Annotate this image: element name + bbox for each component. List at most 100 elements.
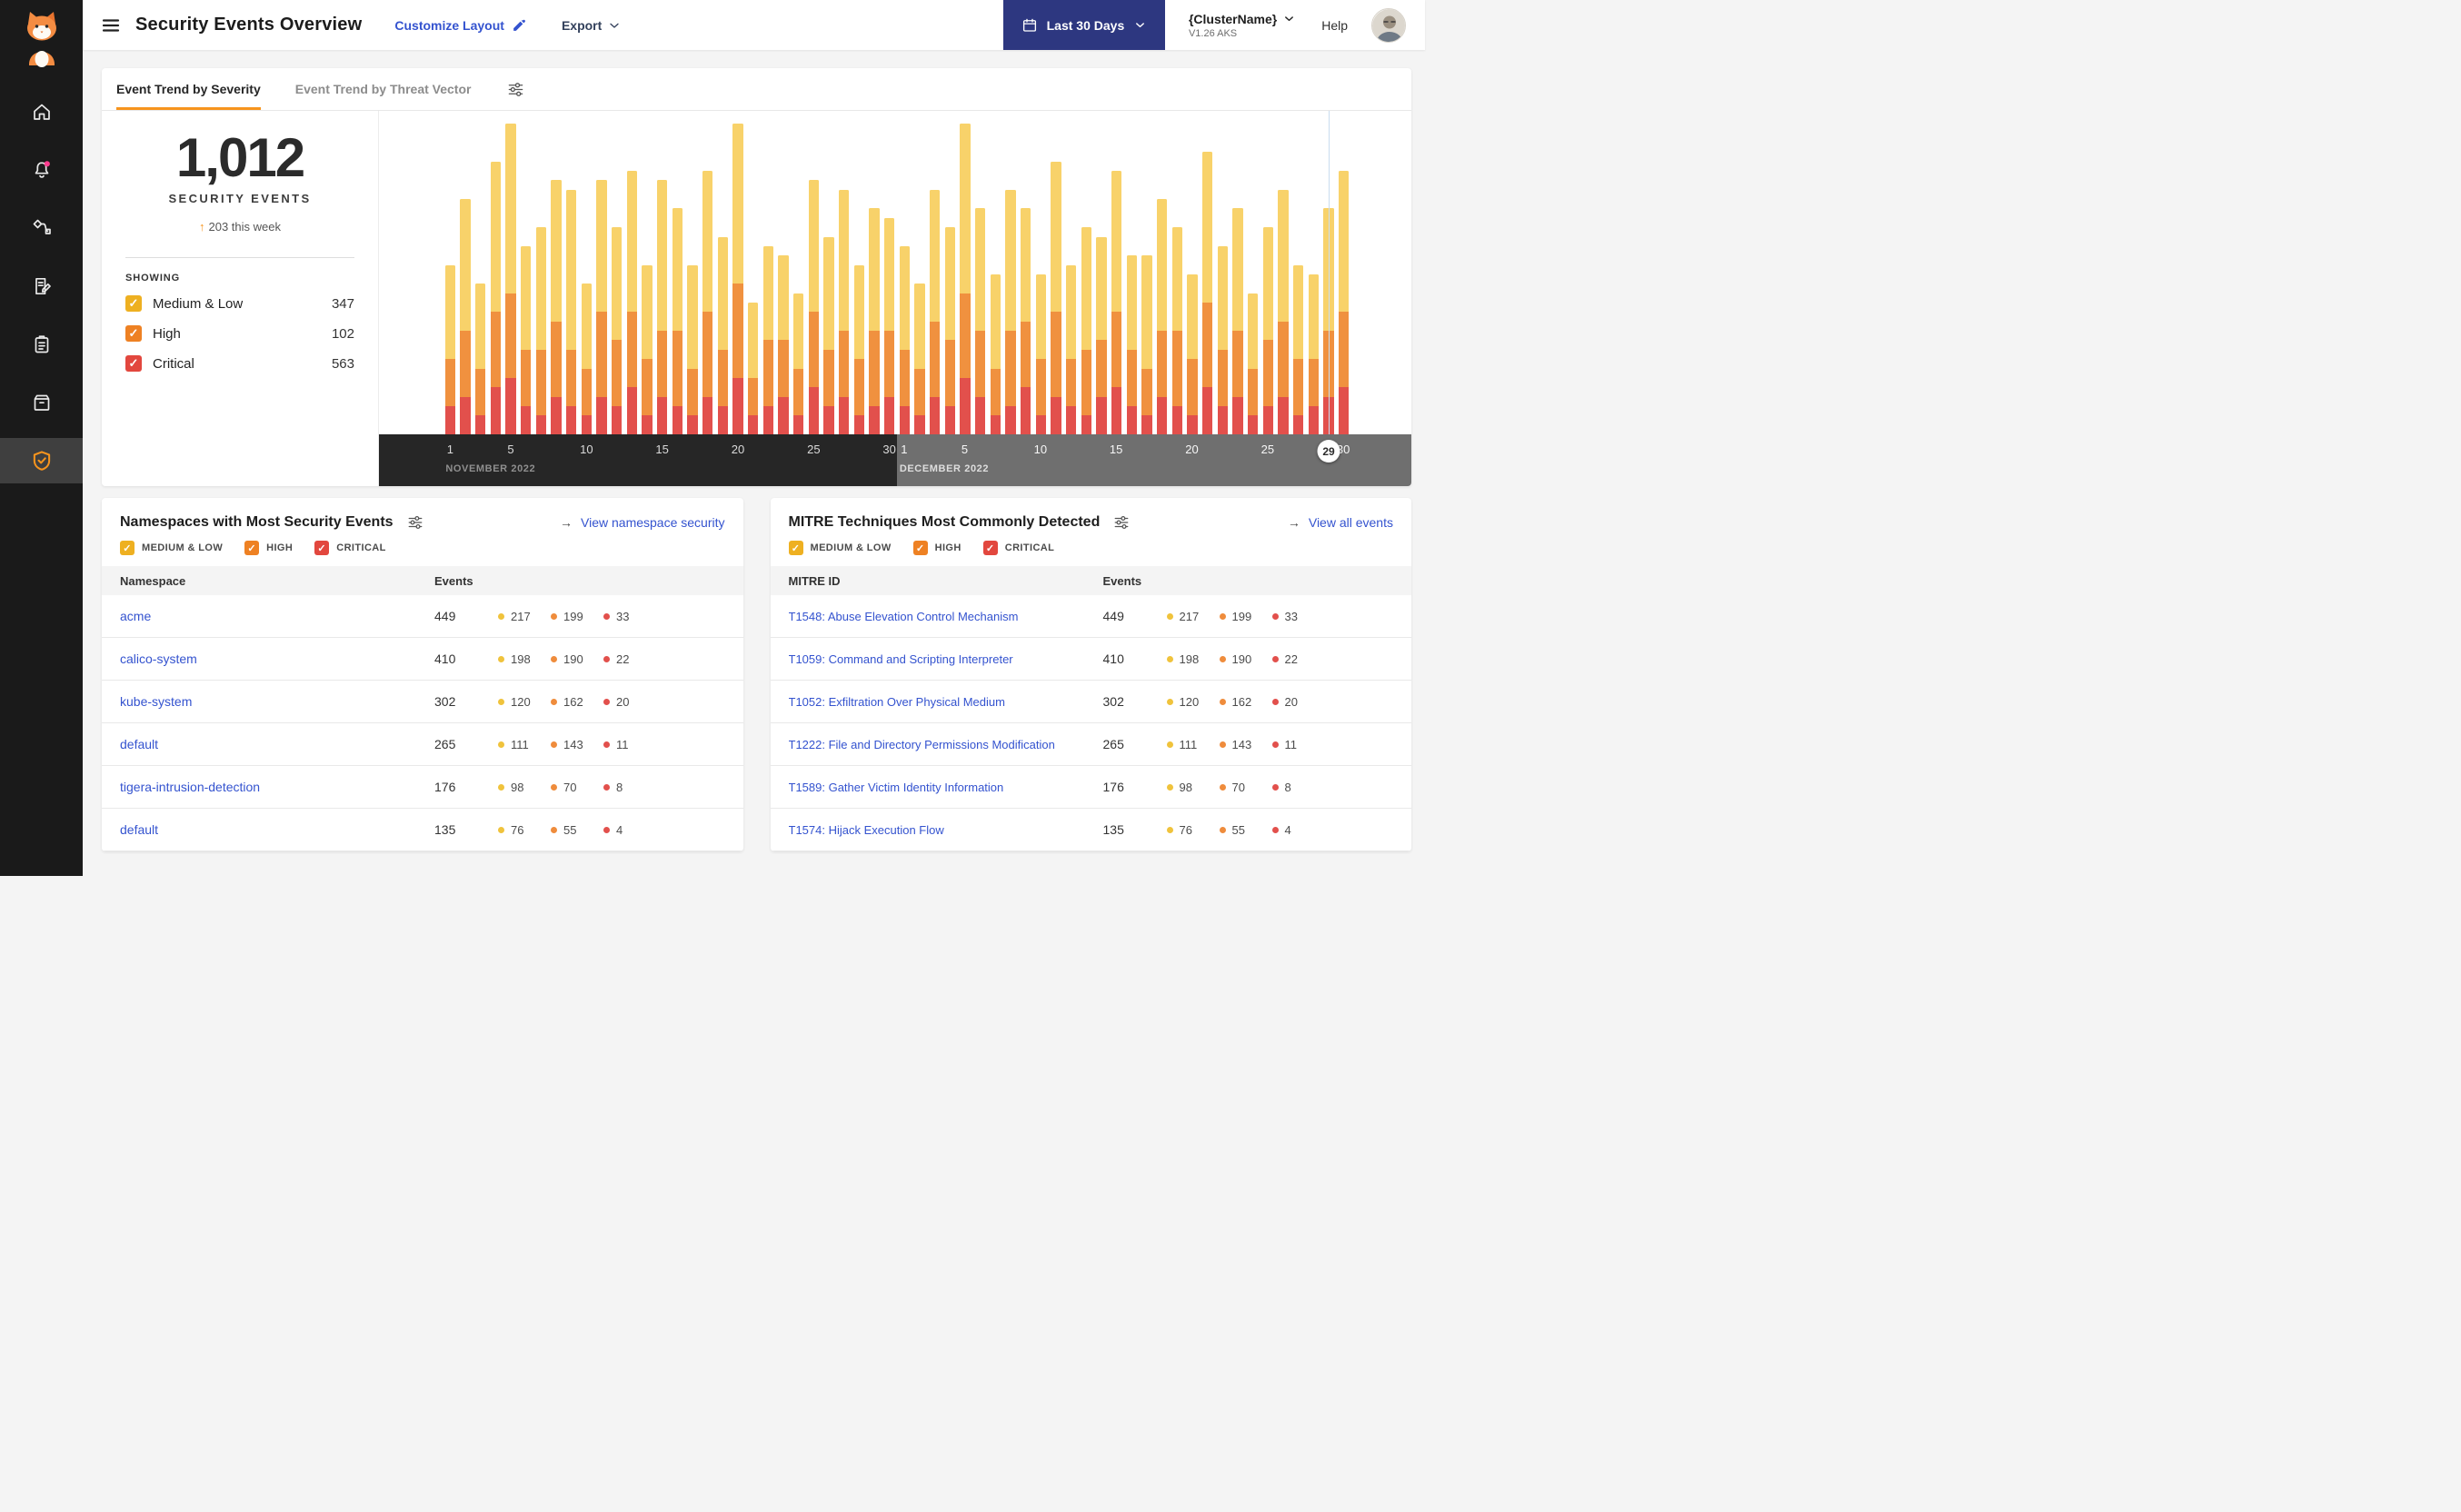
row-link[interactable]: T1222: File and Directory Permissions Mo… [789, 738, 1103, 751]
stacked-bar-day-dec-14[interactable] [1096, 236, 1107, 434]
checked-checkbox-icon[interactable]: ✓ [788, 541, 803, 555]
severity-filter-high[interactable]: ✓ High 102 [125, 325, 354, 342]
stacked-bar-day-nov-11[interactable] [596, 180, 607, 434]
cluster-selector[interactable]: {ClusterName} V1.26 AKS [1189, 12, 1296, 39]
severity-filter-medium-low[interactable]: ✓ Medium & Low 347 [125, 295, 354, 312]
stacked-bar-day-dec-8[interactable] [1005, 189, 1016, 434]
customize-layout-button[interactable]: Customize Layout [394, 17, 527, 33]
filter-medium-low[interactable]: ✓ MEDIUM & LOW [120, 541, 223, 555]
sidebar-item-alerts[interactable] [0, 141, 83, 199]
stacked-bar-day-nov-10[interactable] [581, 284, 592, 434]
sidebar-item-service-graph[interactable] [0, 199, 83, 257]
stacked-bar-day-nov-6[interactable] [521, 245, 532, 434]
card-settings-icon[interactable] [1113, 514, 1130, 531]
checked-checkbox-icon[interactable]: ✓ [125, 355, 142, 372]
checked-checkbox-icon[interactable]: ✓ [125, 295, 142, 312]
filter-high[interactable]: ✓ HIGH [244, 541, 293, 555]
stacked-bar-day-nov-27[interactable] [839, 189, 850, 434]
stacked-bar-day-dec-30[interactable] [1339, 171, 1350, 434]
export-button[interactable]: Export [562, 18, 622, 33]
stacked-bar-day-nov-21[interactable] [748, 303, 759, 434]
stacked-bar-day-nov-3[interactable] [475, 284, 486, 434]
stacked-bar-day-nov-26[interactable] [823, 236, 834, 434]
sidebar-item-policies[interactable] [0, 257, 83, 315]
date-range-button[interactable]: Last 30 Days [1002, 0, 1165, 50]
stacked-bar-day-nov-1[interactable] [444, 264, 455, 434]
view-namespace-security-link[interactable]: → View namespace security [560, 515, 724, 530]
stacked-bar-day-dec-24[interactable] [1248, 293, 1259, 434]
stacked-bar-day-nov-12[interactable] [612, 227, 623, 434]
stacked-bar-day-nov-9[interactable] [566, 189, 577, 434]
row-link[interactable]: default [120, 822, 434, 837]
checked-checkbox-icon[interactable]: ✓ [244, 541, 260, 555]
stacked-bar-day-dec-27[interactable] [1293, 264, 1304, 434]
filter-critical[interactable]: ✓ CRITICAL [314, 541, 386, 555]
row-link[interactable]: T1548: Abuse Elevation Control Mechanism [789, 610, 1103, 623]
view-all-events-link[interactable]: → View all events [1288, 515, 1393, 530]
stacked-bar-day-nov-15[interactable] [657, 180, 668, 434]
row-link[interactable]: kube-system [120, 694, 434, 709]
checked-checkbox-icon[interactable]: ✓ [314, 541, 330, 555]
stacked-bar-day-dec-6[interactable] [975, 208, 986, 434]
sidebar-item-compliance-reports[interactable] [0, 315, 83, 373]
stacked-bar-day-dec-7[interactable] [990, 274, 1001, 434]
checked-checkbox-icon[interactable]: ✓ [982, 541, 998, 555]
stacked-bar-day-dec-9[interactable] [1021, 208, 1031, 434]
stacked-bar-day-dec-5[interactable] [960, 124, 971, 434]
stacked-bar-day-nov-17[interactable] [687, 264, 698, 434]
stacked-bar-day-dec-17[interactable] [1141, 255, 1152, 434]
stacked-bar-day-dec-12[interactable] [1066, 264, 1077, 434]
stacked-bar-day-dec-11[interactable] [1051, 161, 1061, 434]
stacked-bar-day-nov-4[interactable] [490, 161, 501, 434]
stacked-bar-day-dec-22[interactable] [1217, 245, 1228, 434]
severity-filter-critical[interactable]: ✓ Critical 563 [125, 355, 354, 372]
stacked-bar-day-nov-23[interactable] [778, 255, 789, 434]
stacked-bar-day-nov-22[interactable] [762, 245, 773, 434]
stacked-bar-day-nov-7[interactable] [535, 227, 546, 434]
stacked-bar-day-dec-1[interactable] [899, 245, 910, 434]
checked-checkbox-icon[interactable]: ✓ [912, 541, 928, 555]
calico-cat-logo[interactable] [18, 0, 65, 83]
help-link[interactable]: Help [1321, 18, 1348, 33]
stacked-bar-day-nov-24[interactable] [793, 293, 804, 434]
checked-checkbox-icon[interactable]: ✓ [125, 325, 142, 342]
checked-checkbox-icon[interactable]: ✓ [120, 541, 135, 555]
row-link[interactable]: acme [120, 609, 434, 623]
stacked-bar-day-nov-19[interactable] [717, 236, 728, 434]
row-link[interactable]: T1589: Gather Victim Identity Informatio… [789, 781, 1103, 794]
stacked-bar-day-dec-19[interactable] [1171, 227, 1182, 434]
stacked-bar-day-nov-18[interactable] [702, 171, 713, 434]
stacked-bar-day-dec-4[interactable] [944, 227, 955, 434]
tab-event-trend-by-severity[interactable]: Event Trend by Severity [116, 68, 261, 110]
row-link[interactable]: T1574: Hijack Execution Flow [789, 823, 1103, 837]
stacked-bar-day-dec-3[interactable] [930, 189, 941, 434]
stacked-bar-day-nov-13[interactable] [626, 171, 637, 434]
stacked-bar-day-nov-28[interactable] [853, 264, 864, 434]
stacked-bar-day-nov-14[interactable] [642, 264, 653, 434]
stacked-bar-day-dec-16[interactable] [1126, 255, 1137, 434]
stacked-bar-day-dec-15[interactable] [1111, 171, 1122, 434]
stacked-bar-day-nov-8[interactable] [551, 180, 562, 434]
sidebar-item-threat-defense[interactable] [0, 432, 83, 490]
stacked-bar-day-dec-21[interactable] [1202, 152, 1213, 434]
stacked-bar-day-nov-25[interactable] [808, 180, 819, 434]
hamburger-menu-icon[interactable] [100, 15, 122, 36]
card-settings-icon[interactable] [407, 514, 423, 531]
stacked-bar-day-dec-13[interactable] [1081, 227, 1091, 434]
stacked-bar-day-dec-20[interactable] [1187, 274, 1198, 434]
stacked-bar-day-dec-18[interactable] [1157, 199, 1168, 434]
stacked-bar-day-dec-26[interactable] [1278, 189, 1289, 434]
stacked-bar-day-dec-25[interactable] [1262, 227, 1273, 434]
stacked-bar-day-dec-23[interactable] [1232, 208, 1243, 434]
stacked-bar-day-dec-2[interactable] [914, 284, 925, 434]
stacked-bar-day-nov-20[interactable] [732, 124, 743, 434]
row-link[interactable]: tigera-intrusion-detection [120, 780, 434, 794]
trend-settings-icon[interactable] [507, 68, 524, 110]
user-avatar[interactable] [1371, 7, 1406, 43]
filter-high[interactable]: ✓ HIGH [912, 541, 961, 555]
sidebar-item-image-assurance[interactable] [0, 373, 83, 432]
row-link[interactable]: T1052: Exfiltration Over Physical Medium [789, 695, 1103, 709]
stacked-bar-day-nov-16[interactable] [672, 208, 683, 434]
filter-critical[interactable]: ✓ CRITICAL [982, 541, 1055, 555]
row-link[interactable]: T1059: Command and Scripting Interpreter [789, 652, 1103, 666]
